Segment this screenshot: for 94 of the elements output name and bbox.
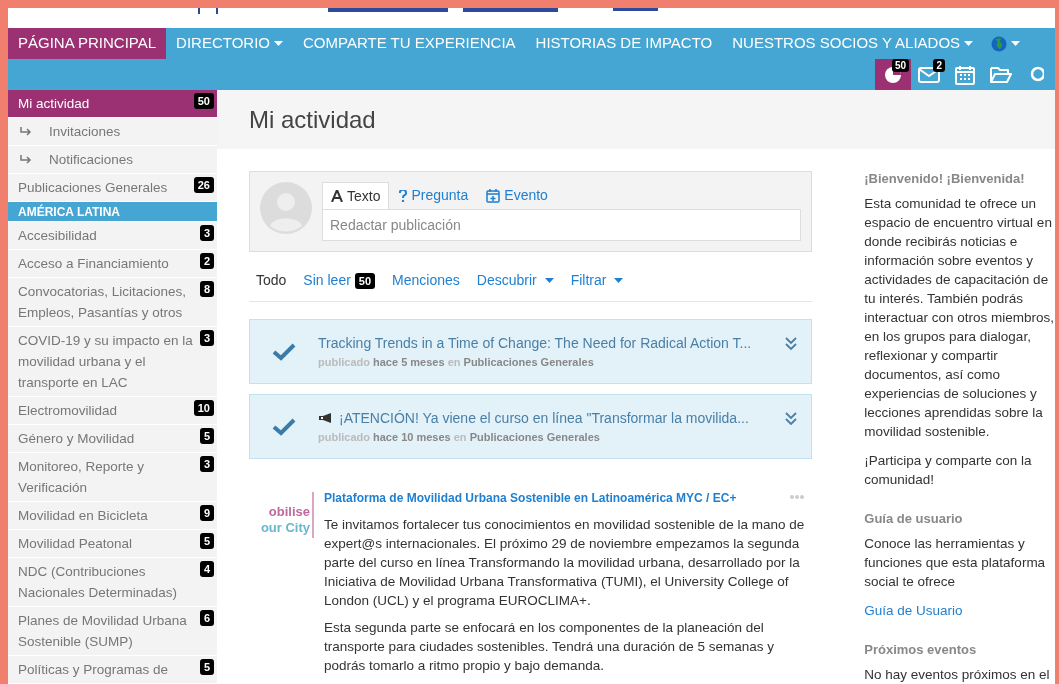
notice-meta: publicado hace 10 meses en Publicaciones Generales <box>318 429 601 445</box>
globe-icon <box>991 35 1008 52</box>
calendar-icon <box>955 64 975 85</box>
notice-card[interactable]: ¡ATENCIÓN! Ya viene el curso en línea "Transformar la movilida... publicado hace 10 meses en Publicaciones Generales <box>249 394 813 459</box>
sidebar-item[interactable]: Género y Movilidad 5 <box>8 425 217 453</box>
sidebar-item[interactable]: Electromovilidad 10 <box>8 397 217 425</box>
filter-tab[interactable]: Todo <box>256 270 287 291</box>
font-icon <box>331 190 343 202</box>
sidebar-label: Notificaciones <box>49 151 134 169</box>
author-logo: obilise our City <box>249 492 314 538</box>
notice-card[interactable]: Tracking Trends in a Time of Change: The Need for Radical Action T... publicado hace 5 meses en Publicaciones Generales <box>249 319 813 384</box>
aside-heading: Próximos eventos <box>864 641 978 659</box>
sub-arrow-icon <box>20 126 32 137</box>
sidebar-item[interactable]: COVID-19 y su impacto en la movilidad urbana y el transporte en LAC 3 <box>8 327 217 397</box>
post-paragraph: Te invitamos fortalecer tus conocimientos en movilidad sostenible de la mano de expert@s internacionales. El próximo 29 de noviembre empezamos la segunda parte del curso en línea Transformando la movilidad urbana, desarrollado por la Iniciativa de Movilidad Urbana Transformativa (TUMI), el University College of London (UCL) y el programa EUROCLIMA+. <box>324 516 806 610</box>
search-icon <box>1030 65 1044 84</box>
count-badge: 50 <box>891 59 909 72</box>
aside-paragraph: ¡Participa y comparte con la comunidad! <box>864 452 1033 489</box>
post-paragraph: Esta segunda parte se enfocará en los componentes de la planeación del transporte para ciudades sostenibles. Tendrá una duración de 5 semanas y podrás tomarlo a ritmo propio y bajo demanda. <box>324 619 776 675</box>
author-link[interactable]: Plataforma de Movilidad Urbana Sostenible en Latinoamérica MYC / EC+ <box>324 489 813 507</box>
check-icon <box>272 342 296 361</box>
count-badge: 5 <box>199 659 214 675</box>
aside-heading: Guía de usuario <box>864 510 964 528</box>
sidebar-item[interactable]: Movilidad Peatonal 5 <box>8 530 217 558</box>
expand-icon[interactable] <box>785 412 798 425</box>
count-badge: 4 <box>199 561 214 577</box>
count-badge: 3 <box>199 330 214 346</box>
sidebar-label: Movilidad en Bicicleta <box>18 507 148 525</box>
sidebar-label: Acceso a Financiamiento <box>18 255 169 273</box>
nav-link[interactable]: PÁGINA PRINCIPAL <box>8 28 167 59</box>
expand-icon[interactable] <box>785 337 798 350</box>
sidebar-item[interactable]: Políticas y Programas de 5 <box>8 656 217 684</box>
page-title: Mi actividad <box>249 104 376 135</box>
more-icon[interactable] <box>790 495 805 499</box>
sidebar-label: Monitoreo, Reporte y Verificación <box>18 458 146 497</box>
sidebar-item[interactable]: Monitoreo, Reporte y Verificación 3 <box>8 453 217 502</box>
sidebar-label: COVID-19 y su impacto en la movilidad urbana y el transporte en LAC <box>18 332 194 392</box>
sidebar-label: Invitaciones <box>49 123 121 141</box>
sidebar-label: Accesibilidad <box>18 227 97 245</box>
aside-paragraph: No hay eventos próximos en el <box>864 666 1051 684</box>
folder-icon <box>990 65 1012 84</box>
count-badge: 9 <box>199 505 214 521</box>
sidebar-label: NDC (Contribuciones Nacionales Determinadas) <box>18 563 179 602</box>
count-badge: 5 <box>199 533 214 549</box>
filter-tab[interactable]: Sin leer 50 <box>303 270 376 291</box>
sidebar-label: Políticas y Programas de <box>18 661 169 679</box>
sidebar-item[interactable]: NDC (Contribuciones Nacionales Determinadas) 4 <box>8 558 217 607</box>
count-badge: 3 <box>199 225 214 241</box>
sidebar-item[interactable]: Convocatorias, Licitaciones, Empleos, Pasantías y otros 8 <box>8 278 217 327</box>
count-badge: 8 <box>199 281 214 297</box>
aside-paragraph: Conoce las herramientas y funciones que esta plataforma social te ofrece <box>864 535 1047 591</box>
guide-link[interactable]: Guía de Usuario <box>864 601 1055 620</box>
count-badge: 50 <box>354 272 376 289</box>
sidebar-label: Género y Movilidad <box>18 430 135 448</box>
sidebar-label: Electromovilidad <box>18 402 118 420</box>
count-badge: 3 <box>199 456 214 472</box>
toolbar-button[interactable]: 50 <box>875 59 911 90</box>
count-badge: 26 <box>193 177 214 193</box>
notice-title[interactable]: ¡ATENCIÓN! Ya viene el curso en línea "Transformar la movilida... <box>339 407 749 429</box>
sub-arrow-icon <box>20 154 32 165</box>
sidebar-section-header: AMÉRICA LATINA <box>8 202 217 222</box>
notice-meta: publicado hace 5 meses en Publicaciones Generales <box>318 354 595 370</box>
filter-tab[interactable]: Menciones <box>392 270 460 291</box>
toolbar-button[interactable]: 2 <box>911 59 947 90</box>
sidebar-label: Movilidad Peatonal <box>18 535 133 553</box>
compose-field[interactable]: Redactar publicación <box>322 209 802 241</box>
sidebar-label: Mi actividad <box>18 95 90 113</box>
filter-tab[interactable]: Filtrar <box>570 270 624 291</box>
sidebar-item[interactable]: Movilidad en Bicicleta 9 <box>8 502 217 530</box>
post-type-tab[interactable]: Pregunta <box>391 182 477 209</box>
post-type-tab[interactable]: Evento <box>478 182 556 209</box>
count-badge: 5 <box>199 428 214 444</box>
sidebar-item[interactable]: Planes de Movilidad Urbana Sostenible (SUMP) 6 <box>8 607 217 656</box>
megaphone-icon <box>318 412 334 425</box>
post-type-tab[interactable]: Texto <box>322 182 390 209</box>
sidebar-label: Convocatorias, Licitaciones, Empleos, Pasantías y otros <box>18 283 188 322</box>
count-badge: 2 <box>933 59 945 72</box>
sidebar-item[interactable]: Acceso a Financiamiento 2 <box>8 250 217 278</box>
sidebar-item[interactable]: Mi actividad 50 <box>8 90 217 118</box>
count-badge: 6 <box>199 610 214 626</box>
notice-title[interactable]: Tracking Trends in a Time of Change: The Need for Radical Action T... <box>318 332 752 354</box>
aside-heading: ¡Bienvenido! ¡Bienvenida! <box>864 170 1026 188</box>
filter-tab[interactable]: Descubrir <box>476 270 554 291</box>
sidebar-label: Publicaciones Generales <box>18 179 168 197</box>
question-icon <box>399 189 408 202</box>
sidebar-label: Planes de Movilidad Urbana Sostenible (SUMP) <box>18 612 188 651</box>
calendar-plus-icon <box>486 188 501 203</box>
aside-paragraph: Esta comunidad te ofrece un espacio de encuentro virtual en donde recibirás noticias e información sobre eventos y actividades de capacitación de tu interés. También podrás interactuar con otros miembros, en los grupos para dialogar, reflexionar y compartir documentos, así como experiencias de soluciones y lecciones aprendidas sobre la movilidad sostenible. <box>864 195 1055 441</box>
check-icon <box>272 417 296 436</box>
count-badge: 2 <box>199 253 214 269</box>
sidebar-item[interactable]: Notificaciones <box>8 146 217 174</box>
count-badge: 50 <box>193 93 214 109</box>
count-badge: 10 <box>193 400 214 416</box>
sidebar-item[interactable]: Accesibilidad 3 <box>8 222 217 250</box>
